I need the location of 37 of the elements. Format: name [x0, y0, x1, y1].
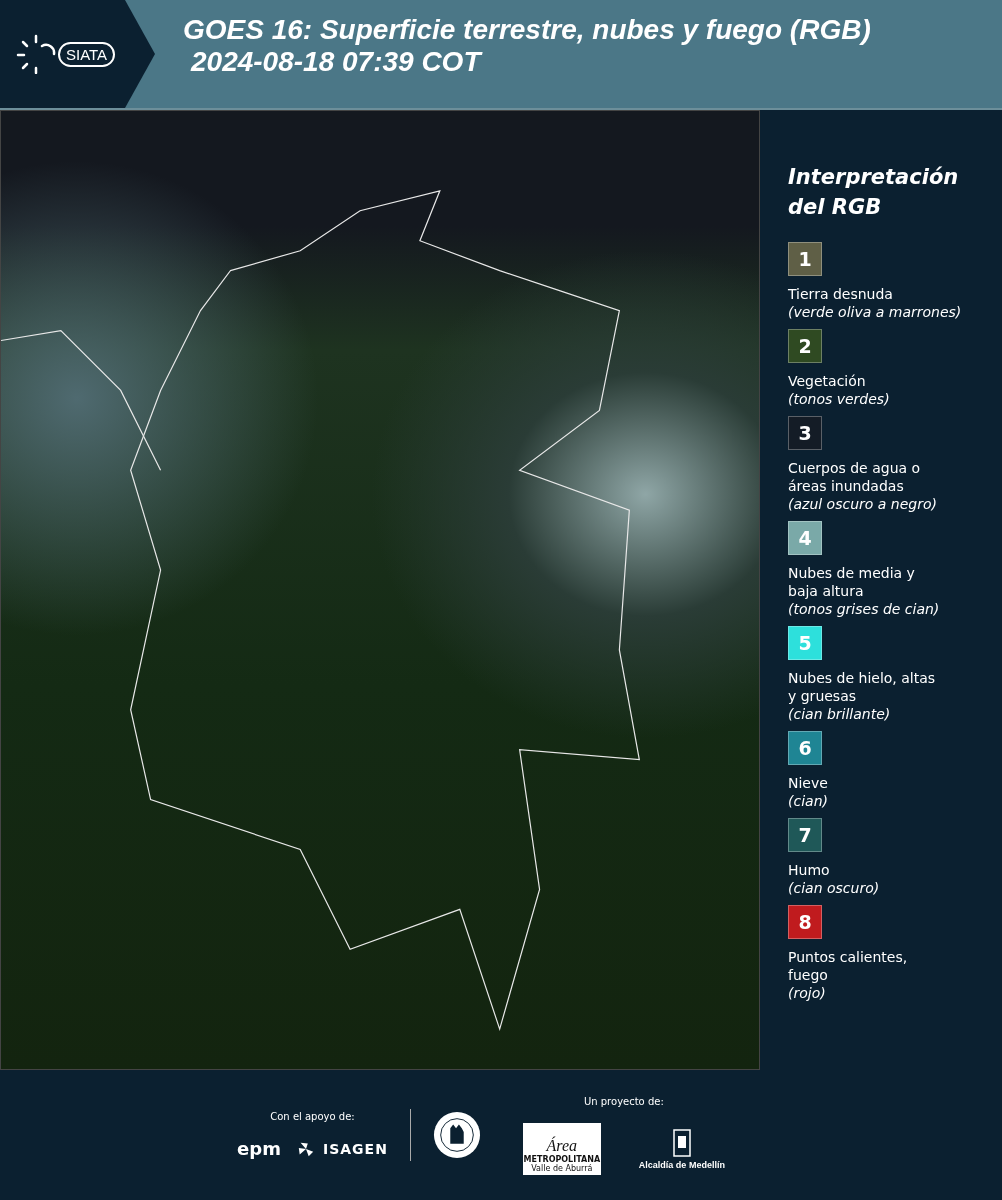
- legend-note: (azul oscuro a negro): [788, 495, 938, 513]
- legend-label: Nieve: [788, 774, 829, 792]
- color-swatch: 7: [788, 818, 822, 852]
- coat-of-arms-icon: [671, 1127, 692, 1158]
- legend-note: (tonos grises de cian): [788, 600, 941, 618]
- color-swatch: 3: [788, 416, 822, 450]
- legend-label: Vegetación: [788, 372, 867, 390]
- sun-cloud-icon: [16, 34, 56, 74]
- color-swatch: 1: [788, 242, 822, 276]
- legend-title: Interpretación del RGB: [788, 164, 958, 221]
- project-label: Un proyecto de:: [583, 1095, 664, 1107]
- epm-logo: epm: [237, 1138, 281, 1159]
- legend-note: (verde oliva a marrones): [788, 303, 963, 321]
- legend-note: (tonos verdes): [788, 390, 891, 408]
- timestamp: 2024-08-18 07:39 COT: [189, 46, 484, 78]
- color-swatch: 8: [788, 905, 822, 939]
- legend-label: Nubes de media y baja altura: [788, 564, 916, 600]
- color-swatch: 6: [788, 731, 822, 765]
- legend-label: Puntos calientes, fuego: [788, 948, 909, 984]
- color-swatch: 2: [788, 329, 822, 363]
- legend-label: Cuerpos de agua o áreas inundadas: [788, 459, 922, 495]
- alcaldia-logo-text: Alcaldía de Medellín: [638, 1159, 725, 1170]
- legend-note: (cian): [788, 792, 829, 810]
- legend-note: (cian brillante): [788, 705, 892, 723]
- logo-text: SIATA: [58, 41, 116, 67]
- seal-emblem-icon: [432, 1111, 481, 1159]
- legend-label: Humo: [788, 861, 831, 879]
- legend-label: Nubes de hielo, altas y gruesas: [788, 669, 937, 705]
- legend-label: Tierra desnuda: [788, 285, 894, 303]
- isagen-logo: ISAGEN: [322, 1140, 388, 1157]
- legend-note: (cian oscuro): [788, 879, 881, 897]
- color-swatch: 5: [788, 626, 822, 660]
- legend-note: (rojo): [788, 984, 827, 1002]
- support-label: Con el apoyo de:: [270, 1111, 355, 1122]
- color-swatch: 4: [788, 521, 822, 555]
- area-metropolitana-logo: Área METROPOLITANA Valle de Aburrá: [522, 1122, 601, 1175]
- product-title: GOES 16: Superficie terrestre, nubes y fuego (RGB): [183, 14, 872, 46]
